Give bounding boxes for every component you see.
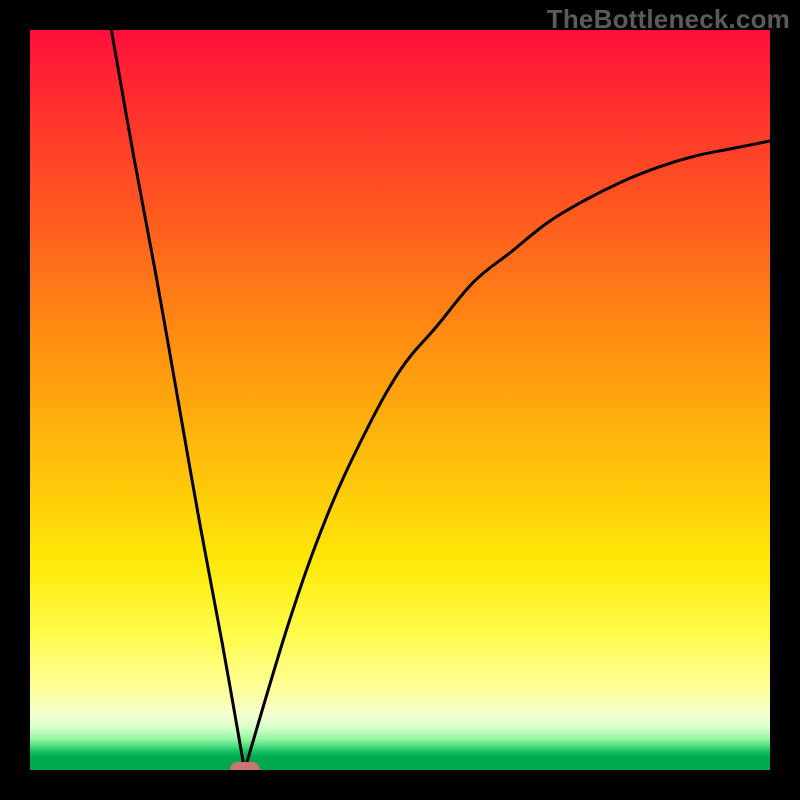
watermark-text: TheBottleneck.com	[547, 4, 790, 35]
optimal-marker	[230, 762, 260, 770]
curve-right-branch	[245, 141, 770, 770]
plot-area	[30, 30, 770, 770]
curve-layer	[30, 30, 770, 770]
curve-left-branch	[111, 30, 244, 770]
chart-frame: TheBottleneck.com	[0, 0, 800, 800]
